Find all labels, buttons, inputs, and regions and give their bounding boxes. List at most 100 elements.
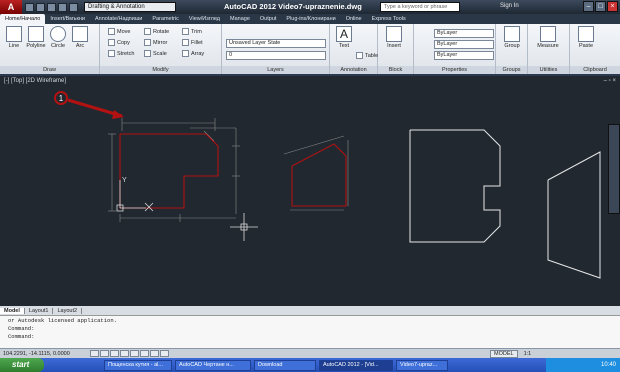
move-button[interactable]: Move [108,28,130,35]
annotation-scale[interactable]: 1:1 [524,351,532,357]
tab-express-tools[interactable]: Express Tools [367,14,411,24]
tab-output[interactable]: Output [255,14,282,24]
layer-state-dropdown[interactable]: Unsaved Layer State [226,39,326,48]
layers-panel-title[interactable]: Layers [222,66,329,74]
table-button[interactable]: Table [356,52,378,59]
drawing-canvas[interactable]: [-] [Top] [2D Wireframe] – ▫ × 1 Y [0,76,620,306]
trim-icon [182,28,189,35]
polar-tracking-icon[interactable] [120,350,129,357]
stretch-button[interactable]: Stretch [108,50,134,57]
table-icon [356,52,363,59]
ucs-icon [116,180,154,212]
taskbar-item[interactable]: AutoCAD 2012 - [Vid... [319,359,393,371]
lineweight-dropdown[interactable]: ByLayer [434,51,494,60]
coordinate-readout[interactable]: 104.2291, -14.1115, 0.0000 [0,351,90,357]
grid-display-icon[interactable] [100,350,109,357]
color-dropdown[interactable]: ByLayer [434,29,494,38]
paste-button[interactable]: Paste [574,26,598,49]
red-profile-middle [291,143,347,207]
tab-manage[interactable]: Manage [225,14,255,24]
paste-icon [578,26,594,42]
measure-button[interactable]: Measure [536,26,560,49]
application-menu-button[interactable]: A [0,0,22,14]
minimize-icon[interactable]: – [583,1,594,12]
search-input[interactable]: Type a keyword or phrase [380,2,460,12]
tab-layout2[interactable]: Layout2 [53,307,83,314]
workspace-dropdown[interactable]: Drafting & Annotation [84,2,176,12]
tab-annotate[interactable]: Annotate/Надпиши [90,14,147,24]
sign-in-link[interactable]: Sign In [500,3,519,9]
tab-home[interactable]: Home/Начало [0,14,46,24]
modify-panel-title[interactable]: Modify [100,66,221,74]
white-profile-right [409,129,501,243]
properties-panel: ByLayer ByLayer ByLayer Properties [414,24,496,74]
window-controls: – □ × [583,1,618,12]
polyline-button[interactable]: Polyline [24,26,48,49]
navigation-bar[interactable] [608,124,620,214]
ucs-y-label: Y [122,177,127,184]
lineweight-icon[interactable] [160,350,169,357]
taskbar-item[interactable]: Download [254,359,316,371]
fillet-button[interactable]: Fillet [182,39,203,46]
modify-panel: Move Rotate Trim Copy Mirror Fillet Stre… [100,24,222,74]
mirror-icon [144,39,151,46]
taskbar-item[interactable]: AutoCAD Чертане н... [175,359,251,371]
text-button[interactable]: A Text [332,26,356,49]
crosshair-cursor [230,213,258,241]
mirror-button[interactable]: Mirror [144,39,167,46]
annotation-panel-title[interactable]: Annotation [330,66,377,74]
maximize-icon[interactable]: □ [595,1,606,12]
command-input[interactable]: Command: [8,333,612,341]
scale-button[interactable]: Scale [144,50,167,57]
properties-panel-title[interactable]: Properties [414,66,495,74]
mid-dimension-lines [283,135,349,211]
open-icon[interactable] [36,2,45,12]
start-button[interactable]: start [0,358,44,372]
undo-icon[interactable] [58,2,67,12]
clipboard-panel-title[interactable]: Clipboard [570,66,620,74]
block-panel-title[interactable]: Block [378,66,413,74]
rotate-button[interactable]: Rotate [144,28,169,35]
utilities-panel-title[interactable]: Utilities [528,66,569,74]
object-snap-tracking-icon[interactable] [140,350,149,357]
groups-panel-title[interactable]: Groups [496,66,527,74]
tab-insert[interactable]: Insert/Вмъкни [45,14,90,24]
linetype-dropdown[interactable]: ByLayer [434,40,494,49]
annotation-panel: A Text Table Annotation [330,24,378,74]
line-button[interactable]: Line [2,26,26,49]
ribbon: Line Polyline Circle Arc Draw Move Rotat… [0,24,620,74]
command-history-line: Command: [8,325,35,332]
windows-taskbar: start Пощенска кутия - al... AutoCAD Чер… [0,358,620,372]
ortho-mode-icon[interactable] [110,350,119,357]
close-icon[interactable]: × [607,1,618,12]
system-tray-clock[interactable]: 10:40 [546,358,620,372]
array-button[interactable]: Array [182,50,204,57]
model-space-button[interactable]: MODEL [490,349,518,358]
line-icon [6,26,22,42]
copy-button[interactable]: Copy [108,39,130,46]
text-icon: A [336,26,352,42]
tab-model[interactable]: Model [0,307,25,314]
tab-view[interactable]: View/Изглед [184,14,225,24]
draw-panel-title[interactable]: Draw [0,66,99,74]
tab-layout1[interactable]: Layout1 [25,307,54,314]
circle-button[interactable]: Circle [46,26,70,49]
tab-plugins[interactable]: Plug-ins/Клонирани [281,14,340,24]
object-snap-icon[interactable] [130,350,139,357]
group-button[interactable]: Group [500,26,524,49]
taskbar-item[interactable]: Пощенска кутия - al... [104,359,172,371]
taskbar-item[interactable]: Video7-upraz... [396,359,448,371]
snap-mode-icon[interactable] [90,350,99,357]
redo-icon[interactable] [69,2,78,12]
insert-button[interactable]: Insert [382,26,406,49]
tab-online[interactable]: Online [341,14,367,24]
save-icon[interactable] [47,2,56,12]
new-icon[interactable] [25,2,34,12]
layer-dropdown[interactable]: 0 [226,51,326,60]
command-line[interactable]: or Autodesk licensed application. Comman… [0,315,620,348]
measure-icon [540,26,556,42]
dynamic-input-icon[interactable] [150,350,159,357]
trim-button[interactable]: Trim [182,28,202,35]
arc-button[interactable]: Arc [68,26,92,49]
tab-parametric[interactable]: Parametric [147,14,184,24]
